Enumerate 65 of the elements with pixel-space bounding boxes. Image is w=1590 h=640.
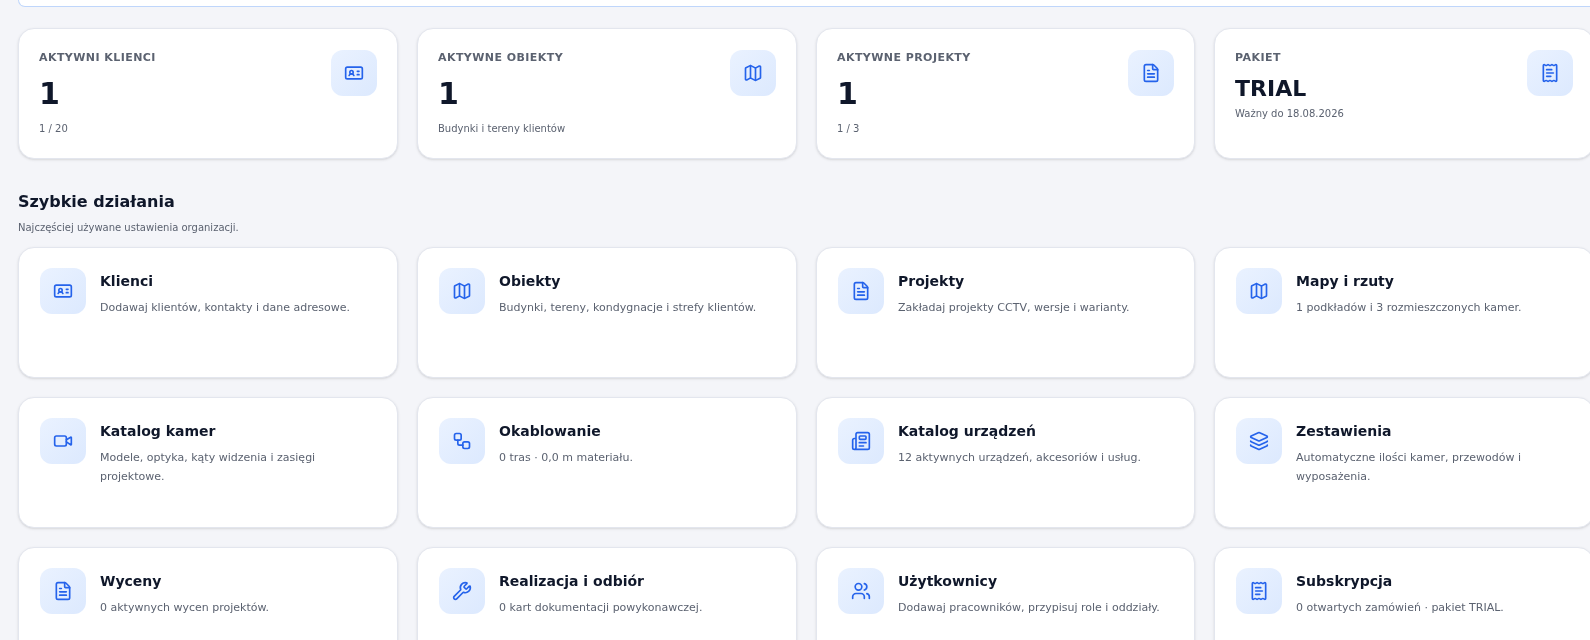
- action-title: Obiekty: [499, 272, 562, 290]
- action-card[interactable]: Wyceny 0 aktywnych wycen projektów.: [18, 547, 398, 640]
- action-description: Modele, optyka, kąty widzenia i zasięgi projektowe.: [100, 450, 317, 485]
- receipt-icon: [1540, 63, 1560, 83]
- action-card[interactable]: Obiekty Budynki, tereny, kondygnacje i strefy klientów.: [417, 247, 797, 378]
- action-description: 12 aktywnych urządzeń, akcesoriów i usług.: [898, 450, 1141, 466]
- document-icon: [851, 281, 871, 301]
- wrench-icon: [452, 581, 472, 601]
- action-description: Zakładaj projekty CCTV, wersje i warianty.: [898, 300, 1130, 316]
- action-description: Automatyczne ilości kamer, przewodów i wyposażenia.: [1296, 450, 1522, 485]
- action-title: Projekty: [898, 272, 966, 290]
- action-title: Katalog kamer: [100, 422, 217, 440]
- action-card[interactable]: Katalog kamer Modele, optyka, kąty widzenia i zasięgi projektowe.: [18, 397, 398, 528]
- document-icon: [53, 581, 73, 601]
- id-card-icon: [344, 63, 364, 83]
- stat-value: 1: [39, 76, 61, 111]
- stat-value: 1: [438, 76, 460, 111]
- action-card[interactable]: Klienci Dodawaj klientów, kontakty i dane adresowe.: [18, 247, 398, 378]
- users-icon: [851, 581, 871, 601]
- stat-value: TRIAL: [1235, 75, 1308, 102]
- action-description: Budynki, tereny, kondygnacje i strefy klientów.: [499, 300, 757, 316]
- action-title: Katalog urządzeń: [898, 422, 1037, 440]
- action-card[interactable]: Katalog urządzeń 12 aktywnych urządzeń, akcesoriów i usług.: [816, 397, 1195, 528]
- document-icon: [1141, 63, 1161, 83]
- stat-label: AKTYWNI KLIENCI: [39, 50, 156, 66]
- action-card[interactable]: Mapy i rzuty 1 podkładów i 3 rozmieszczonych kamer.: [1214, 247, 1590, 378]
- stat-note: Ważny do 18.08.2026: [1235, 106, 1344, 121]
- stat-label: AKTYWNE OBIEKTY: [438, 50, 565, 66]
- action-description: 0 kart dokumentacji powykonawczej.: [499, 600, 703, 616]
- action-title: Mapy i rzuty: [1296, 272, 1395, 290]
- map-icon: [743, 63, 763, 83]
- id-card-icon: [53, 281, 73, 301]
- stat-value: 1: [837, 76, 859, 111]
- stat-note: 1 / 20: [39, 121, 69, 136]
- map-icon: [1249, 281, 1269, 301]
- map-icon: [452, 281, 472, 301]
- action-title: Zestawienia: [1296, 422, 1393, 440]
- action-title: Użytkownicy: [898, 572, 998, 590]
- stat-note: 1 / 3: [837, 121, 861, 136]
- action-description: 1 podkładów i 3 rozmieszczonych kamer.: [1296, 300, 1522, 316]
- stat-note: Budynki i tereny klientów: [438, 121, 566, 136]
- section-title: Szybkie działania: [18, 191, 176, 213]
- action-description: Dodawaj pracowników, przypisuj role i oddziały.: [898, 600, 1160, 616]
- action-card[interactable]: Projekty Zakładaj projekty CCTV, wersje i warianty.: [816, 247, 1195, 378]
- layers-icon: [1249, 431, 1269, 451]
- action-title: Subskrypcja: [1296, 572, 1394, 590]
- action-description: 0 aktywnych wycen projektów.: [100, 600, 269, 616]
- action-description: 0 tras · 0,0 m materiału.: [499, 450, 633, 466]
- section-subtitle: Najczęściej używane ustawienia organizacji.: [18, 221, 240, 235]
- action-title: Wyceny: [100, 572, 163, 590]
- workflow-icon: [452, 431, 472, 451]
- action-card[interactable]: Subskrypcja 0 otwartych zamówień · pakiet TRIAL.: [1214, 547, 1590, 640]
- receipt-icon: [1249, 581, 1269, 601]
- list-icon: [851, 431, 871, 451]
- action-card[interactable]: Zestawienia Automatyczne ilości kamer, przewodów i wyposażenia.: [1214, 397, 1590, 528]
- action-title: Klienci: [100, 272, 154, 290]
- action-description: 0 otwartych zamówień · pakiet TRIAL.: [1296, 600, 1504, 616]
- action-card[interactable]: Realizacja i odbiór 0 kart dokumentacji powykonawczej.: [417, 547, 797, 640]
- action-title: Realizacja i odbiór: [499, 572, 645, 590]
- action-title: Okablowanie: [499, 422, 602, 440]
- stat-label: AKTYWNE PROJEKTY: [837, 50, 971, 66]
- action-card[interactable]: Okablowanie 0 tras · 0,0 m materiału.: [417, 397, 797, 528]
- action-description: Dodawaj klientów, kontakty i dane adresowe.: [100, 300, 350, 316]
- action-card[interactable]: Użytkownicy Dodawaj pracowników, przypisuj role i oddziały.: [816, 547, 1195, 640]
- stat-label: PAKIET: [1235, 50, 1282, 66]
